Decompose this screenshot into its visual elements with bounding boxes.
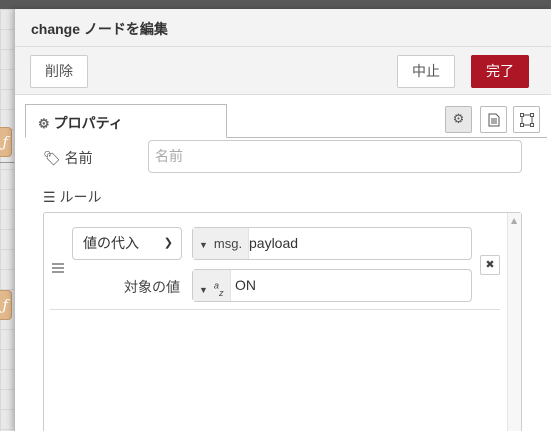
rule-action-select[interactable]: 値の代入 ❯	[72, 227, 182, 260]
name-input[interactable]: 名前	[148, 140, 522, 173]
flow-node-function[interactable]: ƒ	[0, 127, 12, 157]
tag-icon: 🏷	[43, 150, 61, 166]
app-header-strip	[0, 0, 551, 9]
caret-down-icon: ▼	[199, 240, 208, 250]
rule-divider	[50, 309, 500, 310]
gear-icon: ⚙	[38, 116, 50, 131]
tab-bar: ⚙ プロパティ ⚙	[25, 104, 547, 138]
flow-wire	[0, 162, 14, 163]
string-type-icon: az	[213, 280, 224, 298]
tab-settings-gear[interactable]: ⚙	[445, 106, 472, 133]
rule-action-value: 値の代入	[83, 235, 139, 251]
tab-appearance[interactable]	[513, 106, 540, 133]
edit-tray: change ノードを編集 削除 中止 完了 ⚙ プロパティ ⚙ 🏷 名前 名前 …	[14, 9, 551, 431]
rules-scrollbar[interactable]: ▲	[507, 213, 521, 431]
scroll-up-icon[interactable]: ▲	[511, 216, 517, 225]
property-value: payload	[249, 235, 299, 251]
list-icon: ☰	[43, 189, 56, 205]
frame-icon	[519, 112, 534, 127]
flow-node-function[interactable]: ƒ	[0, 290, 12, 320]
rule-property-input[interactable]: ▼ msg. payload	[192, 227, 472, 260]
close-icon: ✖	[485, 258, 495, 271]
delete-button[interactable]: 削除	[30, 55, 88, 88]
tab-description[interactable]	[480, 106, 507, 133]
tray-toolbar: 削除 中止 完了	[15, 47, 551, 95]
cancel-button[interactable]: 中止	[397, 55, 455, 88]
drag-handle-icon[interactable]	[52, 263, 64, 275]
tab-properties[interactable]: ⚙ プロパティ	[25, 104, 227, 138]
chevron-down-icon: ❯	[163, 237, 173, 249]
remove-rule-button[interactable]: ✖	[480, 255, 500, 275]
done-button[interactable]: 完了	[471, 55, 529, 88]
document-icon	[488, 113, 499, 126]
gear-icon: ⚙	[452, 112, 465, 127]
name-label-text: 名前	[64, 150, 93, 166]
rules-label-text: ルール	[59, 189, 102, 205]
tab-properties-label: プロパティ	[53, 115, 123, 131]
rule-target-input[interactable]: ▼ az ON	[192, 269, 472, 302]
tray-title: change ノードを編集	[15, 9, 551, 47]
caret-down-icon: ▼	[199, 284, 208, 295]
target-value: ON	[235, 277, 256, 293]
rules-container[interactable]: 値の代入 ❯ ▼ msg. payload 対象の値 ▼ az ON ✖ ▲	[43, 212, 522, 431]
property-type-label: msg.	[213, 236, 243, 251]
rules-label: ☰ ルール	[43, 187, 101, 207]
property-type-button[interactable]: ▼ msg.	[193, 228, 250, 259]
name-label: 🏷 名前	[43, 148, 93, 168]
target-label: 対象の値	[124, 279, 180, 295]
target-type-button[interactable]: ▼ az	[193, 270, 231, 301]
